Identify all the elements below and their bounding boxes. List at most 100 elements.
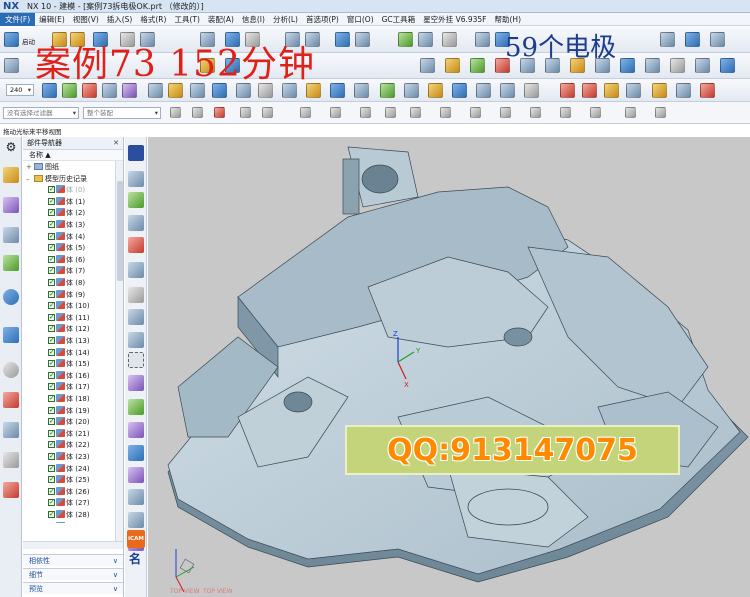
gear-small-icon[interactable]	[128, 287, 144, 303]
face-point-icon[interactable]	[500, 107, 511, 118]
constraint-navigator-icon[interactable]	[3, 197, 19, 213]
tree-node-history[interactable]: – 模型历史记录	[26, 174, 87, 186]
draft-icon[interactable]	[330, 83, 345, 98]
web-browser-icon[interactable]	[3, 289, 19, 305]
name-column-header[interactable]: 名称 ▲	[23, 150, 123, 161]
icam-button[interactable]: iCAM	[127, 530, 145, 548]
panel-preview[interactable]: 预览 ∨	[23, 582, 123, 594]
clock-icon[interactable]	[3, 362, 19, 378]
visibility-checkbox[interactable]	[48, 463, 55, 474]
extract-geometry-icon[interactable]	[428, 83, 443, 98]
visibility-checkbox[interactable]	[48, 439, 55, 451]
navigator-vertical-scrollbar[interactable]	[115, 161, 123, 541]
menu-assembly[interactable]: 装配(A)	[204, 14, 238, 25]
cube-icon[interactable]	[700, 83, 715, 98]
pin-icon[interactable]	[128, 262, 144, 278]
assembly-navigator-icon[interactable]	[3, 167, 19, 183]
visibility-checkbox[interactable]	[48, 451, 55, 463]
cylinder-icon[interactable]	[670, 58, 685, 73]
scroll-thumb[interactable]	[117, 181, 123, 281]
menu-window[interactable]: 窗口(O)	[343, 14, 378, 25]
surface-tool-icon[interactable]	[660, 32, 675, 47]
tool-icon[interactable]	[652, 83, 667, 98]
system-materials-icon[interactable]	[3, 392, 19, 408]
visibility-checkbox[interactable]	[48, 184, 55, 196]
arc-center-icon[interactable]	[590, 107, 601, 118]
pencil-icon[interactable]	[655, 107, 666, 118]
cube-select-icon[interactable]	[128, 489, 144, 505]
visibility-checkbox[interactable]	[48, 358, 55, 370]
quadrant-snap-icon[interactable]	[385, 107, 396, 118]
menu-preferences[interactable]: 首选项(P)	[302, 14, 343, 25]
electrode-icon[interactable]	[676, 83, 691, 98]
green-check-icon[interactable]	[128, 192, 144, 208]
visibility-checkbox[interactable]	[48, 370, 55, 381]
menu-gc-toolkit[interactable]: GC工具箱	[378, 14, 420, 25]
hole-icon[interactable]	[420, 58, 435, 73]
resize-face-icon[interactable]	[524, 83, 539, 98]
close-icon[interactable]	[560, 83, 575, 98]
menu-plugin[interactable]: 星空外挂 V6.935F	[419, 14, 490, 25]
role-icon[interactable]	[3, 482, 19, 498]
bounded-grid-icon[interactable]	[530, 107, 541, 118]
visibility-checkbox[interactable]	[48, 486, 55, 497]
curve-point-icon[interactable]	[440, 107, 451, 118]
name-button[interactable]: 名	[129, 550, 141, 567]
visibility-checkbox[interactable]	[48, 265, 55, 277]
filter-dropdown[interactable]: 没有选择过滤器 ▾	[3, 107, 79, 119]
tree-node-body[interactable]: 体 (29)	[48, 521, 90, 523]
boss-icon[interactable]	[445, 58, 460, 73]
spline-point-icon[interactable]	[470, 107, 481, 118]
visibility-checkbox[interactable]	[48, 335, 55, 347]
manufacturing-wizard-icon[interactable]	[3, 452, 19, 468]
menu-file[interactable]: 文件(F)	[0, 12, 36, 26]
export-icon[interactable]	[604, 83, 619, 98]
section-view-icon[interactable]	[475, 32, 490, 47]
snowflake-icon[interactable]	[128, 352, 144, 368]
pattern-icon[interactable]	[380, 83, 395, 98]
orient-view-icon[interactable]	[355, 32, 370, 47]
visibility-checkbox[interactable]	[48, 405, 55, 416]
visibility-checkbox[interactable]	[48, 312, 55, 323]
visibility-checkbox[interactable]	[48, 474, 55, 486]
process-studio-icon[interactable]	[3, 422, 19, 438]
select-all-icon[interactable]	[170, 107, 181, 118]
block-icon[interactable]	[695, 58, 710, 73]
endpoint-snap-icon[interactable]	[240, 107, 251, 118]
midpoint-snap-icon[interactable]	[262, 107, 273, 118]
visibility-checkbox[interactable]	[48, 289, 55, 300]
butterfly-icon[interactable]	[128, 422, 144, 438]
reuse-library-icon[interactable]	[3, 255, 19, 271]
tree-node-drawing[interactable]: + 图纸	[26, 162, 59, 174]
sketch-icon[interactable]	[4, 58, 19, 73]
visibility-checkbox[interactable]	[48, 300, 55, 312]
visibility-checkbox[interactable]	[48, 207, 55, 219]
sphere-icon[interactable]	[398, 32, 413, 47]
visibility-checkbox[interactable]	[48, 219, 55, 231]
block-select-icon[interactable]	[128, 445, 144, 461]
start-icon[interactable]	[4, 32, 19, 47]
start-label[interactable]: 启动	[22, 36, 35, 46]
close-icon[interactable]: ✕	[113, 137, 119, 150]
graphics-window[interactable]: Z Y X TOP VIEW TOP VIEW QQ:913147075	[148, 137, 750, 597]
layer-dropdown[interactable]: 240 ▾	[6, 84, 34, 96]
menu-help[interactable]: 帮助(H)	[491, 14, 526, 25]
visibility-checkbox[interactable]	[48, 393, 55, 405]
menu-tools[interactable]: 工具(T)	[170, 14, 203, 25]
visibility-checkbox[interactable]	[48, 254, 55, 265]
navigator-horizontal-scrollbar[interactable]	[23, 541, 123, 549]
visibility-checkbox[interactable]	[48, 381, 55, 393]
menu-edit[interactable]: 编辑(E)	[35, 14, 69, 25]
menu-view[interactable]: 视图(V)	[69, 14, 103, 25]
visibility-checkbox[interactable]	[48, 428, 55, 439]
replace-face-icon[interactable]	[620, 58, 635, 73]
tag-icon[interactable]	[128, 375, 144, 391]
gear-icon[interactable]: ⚙	[3, 139, 19, 155]
mirror-icon[interactable]	[404, 83, 419, 98]
delete-face-icon[interactable]	[500, 83, 515, 98]
assembly-scope-dropdown[interactable]: 整个装配 ▾	[83, 107, 161, 119]
intersection-snap-icon[interactable]	[330, 107, 341, 118]
menu-format[interactable]: 格式(R)	[136, 14, 170, 25]
panel-dependencies[interactable]: 相依性 ∨	[23, 554, 123, 566]
analysis-tool-icon[interactable]	[710, 32, 725, 47]
